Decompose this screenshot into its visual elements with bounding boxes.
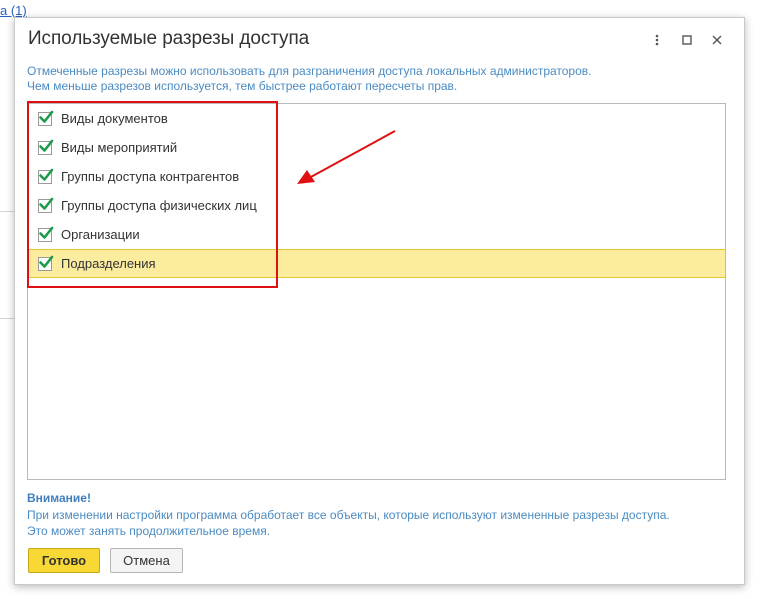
list-item[interactable]: Организации [28, 220, 725, 249]
list-item-label: Группы доступа физических лиц [61, 198, 257, 213]
warning-line-2: Это может занять продолжительное время. [27, 524, 271, 538]
info-line-1: Отмеченные разрезы можно использовать дл… [27, 64, 592, 78]
close-icon[interactable] [702, 29, 732, 51]
background-link[interactable]: а (1) [0, 3, 27, 18]
maximize-icon[interactable] [672, 29, 702, 51]
list-item-label: Группы доступа контрагентов [61, 169, 240, 184]
cancel-button[interactable]: Отмена [110, 548, 183, 573]
access-sections-dialog: Используемые разрезы доступа Отмеченные … [14, 17, 745, 585]
info-line-2: Чем меньше разрезов используется, тем бы… [27, 79, 458, 93]
list-item-label: Виды мероприятий [61, 140, 178, 155]
list-item-selected[interactable]: Подразделения [28, 249, 725, 278]
list-item-label: Виды документов [61, 111, 168, 126]
checkbox[interactable] [38, 197, 54, 213]
warning-title: Внимание! [27, 491, 91, 505]
checkbox[interactable] [38, 168, 54, 184]
background-divider [0, 211, 14, 212]
checkbox[interactable] [38, 139, 54, 155]
info-text: Отмеченные разрезы можно использовать дл… [27, 64, 727, 94]
annotation-arrow-icon [297, 130, 396, 184]
checkbox[interactable] [38, 255, 54, 271]
done-button[interactable]: Готово [28, 548, 100, 573]
dialog-title: Используемые разрезы доступа [28, 28, 310, 49]
list-item-label: Организации [61, 227, 140, 242]
background-divider [0, 318, 14, 319]
list-item-label: Подразделения [61, 256, 156, 271]
checkbox[interactable] [38, 226, 54, 242]
window-controls [642, 29, 732, 51]
warning-line-1: При изменении настройки программа обрабо… [27, 508, 670, 522]
checkbox[interactable] [38, 110, 54, 126]
more-vertical-icon[interactable] [642, 29, 672, 51]
warning-text: При изменении настройки программа обрабо… [27, 507, 737, 539]
list-item[interactable]: Группы доступа физических лиц [28, 191, 725, 220]
